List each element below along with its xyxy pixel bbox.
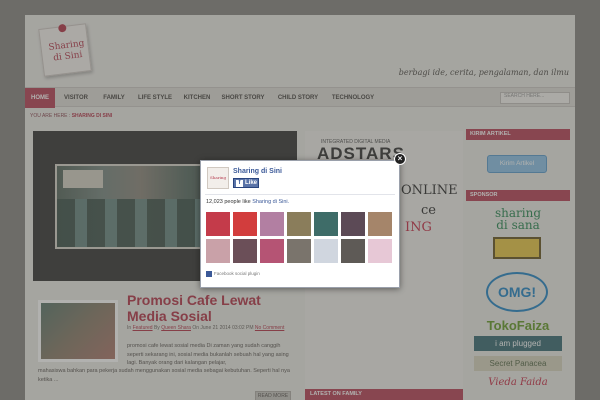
- fan-avatar[interactable]: [233, 212, 257, 236]
- sponsor-omg[interactable]: OMG!: [486, 272, 548, 312]
- sponsor-vieda-faida[interactable]: Vieda Faida: [474, 377, 562, 388]
- close-icon[interactable]: ×: [394, 153, 406, 165]
- fan-avatar[interactable]: [260, 239, 284, 263]
- kirim-artikel-button[interactable]: Kirim Artikel: [487, 155, 547, 173]
- kirim-artikel-heading: KIRIM ARTIKEL: [466, 129, 570, 140]
- site-tagline: berbagi ide, cerita, pengalaman, dan ilm…: [398, 68, 569, 77]
- facebook-like-box: Sharing Sharing di Sini f Like 12,023 peo…: [200, 160, 400, 288]
- sponsor-secret-panacea[interactable]: Secret Panacea: [474, 356, 562, 371]
- post-meta: In Featured By Queen Shara On June 21 20…: [127, 325, 297, 332]
- fan-avatar[interactable]: [287, 239, 311, 263]
- main-nav: HOME VISITOR FAMILY LIFE STYLE KITCHEN S…: [25, 87, 575, 108]
- facebook-like-button[interactable]: f Like: [233, 178, 259, 188]
- fan-avatar[interactable]: [314, 212, 338, 236]
- nav-item-child-story[interactable]: CHILD STORY: [275, 88, 321, 108]
- fan-avatar[interactable]: [368, 239, 392, 263]
- nav-item-family[interactable]: FAMILY: [97, 88, 131, 108]
- ad-text-1: ONLINE: [401, 183, 458, 198]
- fan-avatar[interactable]: [233, 239, 257, 263]
- meta-in: In: [127, 325, 132, 331]
- divider: [205, 194, 395, 195]
- meta-date: On June 21 2014 03:02 PM: [192, 325, 254, 331]
- post-thumbnail[interactable]: [38, 300, 118, 362]
- site-logo[interactable]: Sharing di Sini: [38, 23, 92, 77]
- sponsor-i-am-plugged[interactable]: i am plugged: [474, 336, 562, 351]
- post-excerpt-continued: mahasiswa bahkan para pekerja sudah meng…: [38, 368, 290, 383]
- like-count-page-link[interactable]: Sharing di Sini.: [252, 199, 289, 205]
- breadcrumb-current[interactable]: SHARING DI SINI: [72, 113, 113, 119]
- fan-avatar[interactable]: [314, 239, 338, 263]
- meta-by: By: [153, 325, 160, 331]
- sponsor-sharing-di-sana[interactable]: sharing di sana: [474, 207, 562, 231]
- profile-picture-text: Sharing: [210, 175, 227, 180]
- page-profile-picture[interactable]: Sharing: [207, 167, 229, 189]
- like-count: 12,023 people like Sharing di Sini.: [206, 199, 289, 205]
- sponsor-sharing-line-2: di sana: [496, 218, 540, 232]
- arrow-sign-icon[interactable]: [493, 237, 541, 259]
- fan-avatar[interactable]: [341, 239, 365, 263]
- facebook-page-name[interactable]: Sharing di Sini: [233, 168, 282, 175]
- fan-avatar[interactable]: [368, 212, 392, 236]
- facebook-icon: [206, 271, 212, 277]
- plugin-footer-text: Facebook social plugin: [214, 271, 260, 277]
- fan-avatar[interactable]: [206, 212, 230, 236]
- shop-sign: [63, 170, 103, 188]
- nav-item-visitor[interactable]: VISITOR: [59, 88, 93, 108]
- breadcrumb-prefix: YOU ARE HERE :: [30, 113, 71, 119]
- post-excerpt: promosi cafe lewat sosial media Di zaman…: [127, 343, 289, 366]
- facebook-f-icon: f: [236, 179, 243, 187]
- fan-avatar[interactable]: [260, 212, 284, 236]
- facebook-plugin-footer[interactable]: Facebook social plugin: [206, 271, 260, 277]
- nav-item-life-style[interactable]: LIFE STYLE: [135, 88, 175, 108]
- read-more-button[interactable]: READ MORE: [255, 391, 291, 400]
- ad-text-2: ce: [421, 203, 436, 218]
- ad-text-3: ING: [405, 220, 432, 235]
- nav-item-home[interactable]: HOME: [25, 88, 55, 108]
- nav-item-short-story[interactable]: SHORT STORY: [220, 88, 266, 108]
- fan-avatar[interactable]: [287, 212, 311, 236]
- fan-avatar[interactable]: [206, 239, 230, 263]
- fan-avatar[interactable]: [341, 212, 365, 236]
- like-label: Like: [245, 180, 258, 186]
- breadcrumb: YOU ARE HERE : SHARING DI SINI: [30, 113, 112, 119]
- latest-on-family-heading: LATEST ON FAMILY: [305, 389, 463, 400]
- pin-icon: [57, 23, 67, 33]
- search-input[interactable]: SEARCH HERE...: [500, 92, 570, 104]
- nav-item-technology[interactable]: TECHNOLOGY: [328, 88, 378, 108]
- post-title[interactable]: Promosi Cafe Lewat Media Sosial: [127, 292, 297, 324]
- meta-author-link[interactable]: Queen Shara: [161, 325, 191, 331]
- nav-item-kitchen[interactable]: KITCHEN: [180, 88, 214, 108]
- meta-comments-link[interactable]: No Comment: [255, 325, 284, 331]
- sponsor-heading: SPONSOR: [466, 190, 570, 201]
- like-count-text: 12,023 people like: [206, 199, 251, 205]
- sponsor-tokofaiza[interactable]: TokoFaiza: [474, 318, 562, 333]
- meta-category-link[interactable]: Featured: [133, 325, 153, 331]
